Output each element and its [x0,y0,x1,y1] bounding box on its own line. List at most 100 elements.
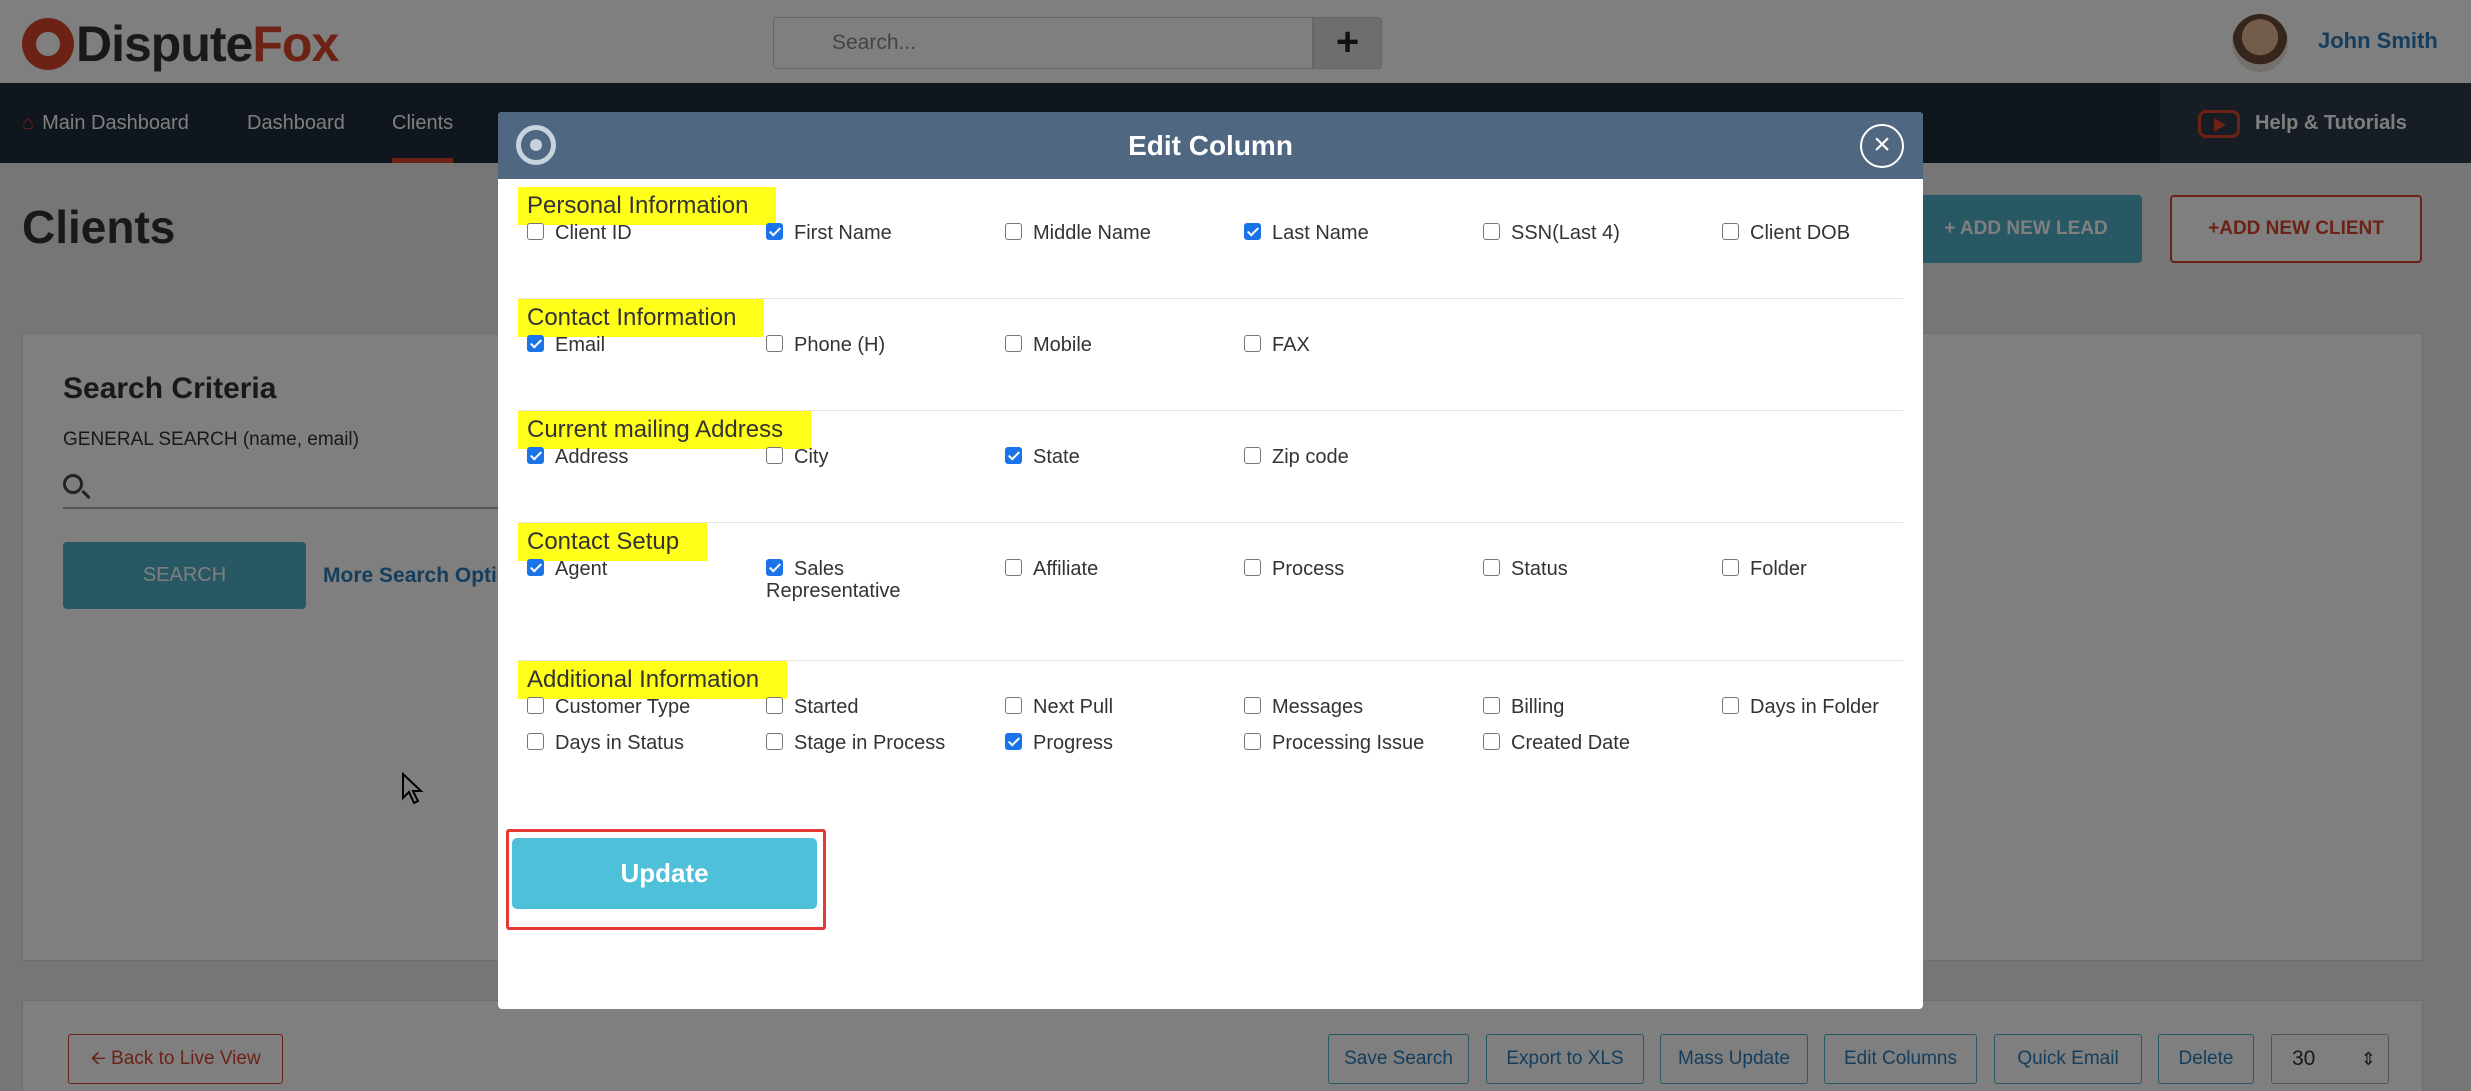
checkbox-next-pull[interactable] [1005,697,1022,714]
checkbox-folder[interactable] [1722,559,1739,576]
option-days-in-folder[interactable]: Days in Folder [1722,696,1879,718]
section-additional-information: Additional Information Customer Type Start… [518,661,1903,801]
checkbox-ssn-last-4[interactable] [1483,223,1500,240]
checkbox-state[interactable] [1005,447,1022,464]
option-label: Days in Folder [1750,696,1879,718]
modal-header: Edit Column × [498,112,1923,179]
option-label: Mobile [1033,334,1092,356]
option-zip-code[interactable]: Zip code [1244,446,1349,468]
section-current-mailing-address: Current mailing Address Address City State Z… [518,411,1903,523]
checkbox-zip-code[interactable] [1244,447,1261,464]
option-agent[interactable]: Agent [527,558,607,580]
option-label: Client ID [555,222,632,244]
option-billing[interactable]: Billing [1483,696,1564,718]
checkbox-middle-name[interactable] [1005,223,1022,240]
option-first-name[interactable]: First Name [766,222,892,244]
option-label: Started [794,696,859,718]
checkbox-process[interactable] [1244,559,1261,576]
option-customer-type[interactable]: Customer Type [527,696,690,718]
edit-column-modal: Edit Column × Personal Information Client… [498,112,1923,1009]
option-label: Phone (H) [794,334,886,356]
option-label: Folder [1750,558,1807,580]
option-progress[interactable]: Progress [1005,732,1113,754]
checkbox-days-in-status[interactable] [527,733,544,750]
option-label: Middle Name [1033,222,1151,244]
checkbox-client-id[interactable] [527,223,544,240]
option-label: Billing [1511,696,1565,718]
option-label: FAX [1272,334,1310,356]
option-sales-representative[interactable]: Sales Representative [766,558,921,602]
checkbox-days-in-folder[interactable] [1722,697,1739,714]
checkbox-city[interactable] [766,447,783,464]
option-mobile[interactable]: Mobile [1005,334,1092,356]
close-button[interactable]: × [1860,124,1904,168]
option-messages[interactable]: Messages [1244,696,1363,718]
checkbox-status[interactable] [1483,559,1500,576]
section-personal-information: Personal Information Client ID First Name M… [518,187,1903,299]
option-email[interactable]: Email [527,334,605,356]
option-fax[interactable]: FAX [1244,334,1310,356]
option-address[interactable]: Address [527,446,628,468]
checkbox-phone-h[interactable] [766,335,783,352]
option-label: Status [1511,558,1568,580]
update-button[interactable]: Update [512,838,817,909]
option-label: Days in Status [555,732,684,754]
option-next-pull[interactable]: Next Pull [1005,696,1113,718]
checkbox-created-date[interactable] [1483,733,1500,750]
section-title: Contact Setup [518,523,708,561]
option-label: Customer Type [555,696,691,718]
section-title: Additional Information [518,661,788,699]
checkbox-last-name[interactable] [1244,223,1261,240]
option-label: Last Name [1272,222,1369,244]
option-label: Processing Issue [1272,732,1425,754]
checkbox-messages[interactable] [1244,697,1261,714]
option-state[interactable]: State [1005,446,1080,468]
checkbox-billing[interactable] [1483,697,1500,714]
option-days-in-status[interactable]: Days in Status [527,732,684,754]
option-client-dob[interactable]: Client DOB [1722,222,1850,244]
option-label: State [1033,446,1080,468]
option-process[interactable]: Process [1244,558,1344,580]
fox-logo-icon [516,125,556,165]
option-label: Address [555,446,629,468]
option-status[interactable]: Status [1483,558,1568,580]
section-title: Contact Information [518,299,765,337]
option-folder[interactable]: Folder [1722,558,1807,580]
checkbox-mobile[interactable] [1005,335,1022,352]
section-title: Current mailing Address [518,411,812,449]
checkbox-processing-issue[interactable] [1244,733,1261,750]
checkbox-customer-type[interactable] [527,697,544,714]
option-last-name[interactable]: Last Name [1244,222,1369,244]
checkbox-started[interactable] [766,697,783,714]
section-contact-setup: Contact Setup Agent Sales Representative Af… [518,523,1903,661]
option-affiliate[interactable]: Affiliate [1005,558,1098,580]
checkbox-fax[interactable] [1244,335,1261,352]
option-label: Sales Representative [766,558,901,602]
option-created-date[interactable]: Created Date [1483,732,1630,754]
checkbox-sales-representative[interactable] [766,559,783,576]
option-stage-in-process[interactable]: Stage in Process [766,732,945,754]
checkbox-stage-in-process[interactable] [766,733,783,750]
option-started[interactable]: Started [766,696,858,718]
option-city[interactable]: City [766,446,828,468]
option-label: Affiliate [1033,558,1099,580]
option-phone-h[interactable]: Phone (H) [766,334,885,356]
option-ssn-last-4[interactable]: SSN(Last 4) [1483,222,1620,244]
option-label: Email [555,334,606,356]
option-label: Client DOB [1750,222,1851,244]
option-label: Progress [1033,732,1114,754]
checkbox-client-dob[interactable] [1722,223,1739,240]
option-label: Created Date [1511,732,1630,754]
checkbox-email[interactable] [527,335,544,352]
checkbox-first-name[interactable] [766,223,783,240]
option-client-id[interactable]: Client ID [527,222,632,244]
checkbox-address[interactable] [527,447,544,464]
checkbox-affiliate[interactable] [1005,559,1022,576]
checkbox-progress[interactable] [1005,733,1022,750]
checkbox-agent[interactable] [527,559,544,576]
section-contact-information: Contact Information Email Phone (H) Mobile F… [518,299,1903,411]
section-title: Personal Information [518,187,777,225]
option-processing-issue[interactable]: Processing Issue [1244,732,1424,754]
option-label: Zip code [1272,446,1349,468]
option-middle-name[interactable]: Middle Name [1005,222,1151,244]
